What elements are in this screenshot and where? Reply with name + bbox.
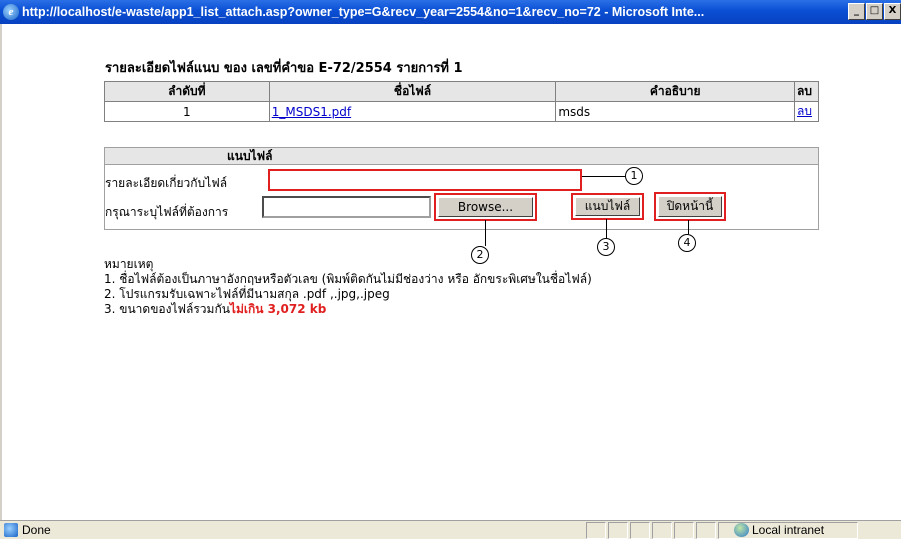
page-title: รายละเอียดไฟล์แนบ ของ เลขที่คำขอ E-72/25… (105, 61, 463, 76)
callout-3-line (606, 219, 607, 239)
security-zone[interactable]: Local intranet (734, 523, 824, 537)
file-link[interactable]: 1_MSDS1.pdf (272, 105, 351, 119)
row-delete-cell: ลบ (793, 101, 820, 122)
status-pane (608, 522, 628, 539)
window-border (0, 24, 2, 520)
column-header-description: คำอธิบาย (555, 81, 795, 102)
callout-1-number: 1 (625, 167, 643, 185)
close-window-button[interactable]: X (884, 3, 901, 20)
note-line-3: 3. ขนาดของไฟล์รวมกันไม่เกิน 3,072 kb (104, 302, 592, 317)
callout-4-line (688, 220, 689, 234)
status-text: Done (22, 523, 51, 537)
status-pane (630, 522, 650, 539)
window-titlebar[interactable]: e http://localhost/e-waste/app1_list_att… (0, 0, 901, 24)
file-label: กรุณาระบุไฟล์ที่ต้องการ (105, 205, 229, 219)
row-index: 1 (104, 101, 270, 122)
maximize-button[interactable]: □ (866, 3, 883, 20)
callout-2-line (485, 220, 486, 246)
close-page-button[interactable]: ปิดหน้านี้ (658, 196, 722, 217)
attachment-table: ลำดับที่ ชื่อไฟล์ คำอธิบาย ลบ 1 1_MSDS1.… (104, 81, 820, 122)
size-limit-highlight: ไม่เกิน 3,072 kb (229, 302, 327, 316)
status-done: Done (4, 523, 51, 537)
description-input[interactable] (268, 169, 582, 191)
file-path-input[interactable] (262, 196, 431, 218)
form-title: แนบไฟล์ (105, 148, 818, 165)
status-pane (674, 522, 694, 539)
status-pane (586, 522, 606, 539)
row-file-cell: 1_MSDS1.pdf (268, 101, 557, 122)
row-description: msds (555, 101, 795, 122)
callout-4-number: 4 (678, 234, 696, 252)
browse-button[interactable]: Browse... (438, 197, 533, 217)
column-header-filename: ชื่อไฟล์ (268, 81, 557, 102)
ie-icon: e (3, 4, 19, 20)
table-header-row: ลำดับที่ ชื่อไฟล์ คำอธิบาย ลบ (104, 81, 820, 102)
minimize-button[interactable]: _ (848, 3, 865, 20)
column-header-index: ลำดับที่ (104, 81, 270, 102)
delete-link[interactable]: ลบ (797, 104, 812, 118)
description-label: รายละเอียดเกี่ยวกับไฟล์ (105, 176, 228, 190)
notes-title: หมายเหตุ (104, 257, 154, 271)
page-done-icon (4, 523, 18, 537)
callout-3-number: 3 (597, 238, 615, 256)
status-pane (652, 522, 672, 539)
column-header-delete: ลบ (793, 81, 820, 102)
table-row: 1 1_MSDS1.pdf msds ลบ (104, 101, 820, 122)
note-line-1: 1. ชื่อไฟล์ต้องเป็นภาษาอังกฤษหรือตัวเลข … (104, 272, 592, 286)
status-bar: Done Local intranet (0, 520, 901, 539)
notes-section: หมายเหตุ 1. ชื่อไฟล์ต้องเป็นภาษาอังกฤษหร… (104, 257, 592, 317)
local-intranet-icon (734, 523, 749, 537)
note-line-3-text: 3. ขนาดของไฟล์รวมกัน (104, 302, 230, 316)
status-pane (696, 522, 716, 539)
zone-label: Local intranet (752, 523, 825, 537)
note-line-2: 2. โปรแกรมรับเฉพาะไฟล์ที่มีนามสกุล .pdf … (104, 287, 390, 301)
window-title: http://localhost/e-waste/app1_list_attac… (22, 5, 705, 19)
attach-file-button[interactable]: แนบไฟล์ (575, 197, 640, 216)
callout-1-line (582, 176, 626, 177)
attach-form: แนบไฟล์ รายละเอียดเกี่ยวกับไฟล์ กรุณาระบ… (104, 147, 819, 230)
